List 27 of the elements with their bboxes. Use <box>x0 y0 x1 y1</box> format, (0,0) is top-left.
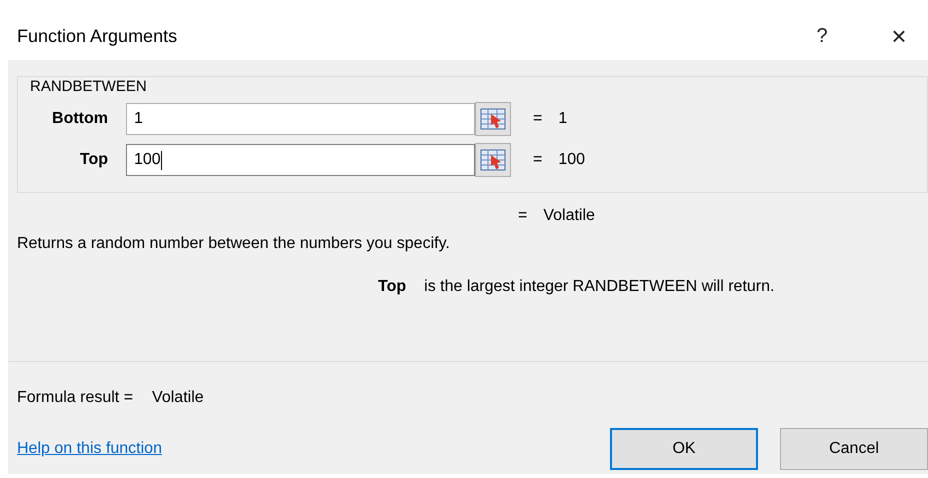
dialog-button[interactable]: Cancel <box>780 428 928 470</box>
help-button[interactable]: ? <box>807 24 837 48</box>
function-name: RANDBETWEEN <box>30 78 148 95</box>
grid-arrow-icon <box>480 149 506 171</box>
function-description: Returns a random number between the numbers you specify. <box>17 235 451 253</box>
grid-arrow-icon <box>480 108 506 130</box>
argument-name: Top <box>378 278 406 296</box>
equals-sign: = <box>533 151 542 169</box>
equals-sign: = <box>518 207 528 225</box>
window-title: Function Arguments <box>17 26 178 46</box>
formula-result-value: Volatile <box>152 389 204 407</box>
input-field[interactable]: 1 <box>126 103 475 135</box>
argument-label: Top <box>78 151 109 169</box>
argument-label: Bottom <box>51 110 109 128</box>
equals-sign: = <box>533 110 542 128</box>
range-select-button[interactable] <box>475 102 511 136</box>
argument-result: 100 <box>558 151 586 169</box>
input-field[interactable]: 100 <box>126 144 475 176</box>
help-link[interactable]: Help on this function <box>17 440 162 457</box>
function-result: Volatile <box>543 207 595 225</box>
dialog-button[interactable]: OK <box>610 428 758 470</box>
text-cursor <box>160 150 162 170</box>
argument-description: is the largest integer RANDBETWEEN will return. <box>424 278 774 296</box>
argument-result: 1 <box>558 110 568 128</box>
range-select-button[interactable] <box>475 143 511 177</box>
formula-result-label: Formula result = <box>17 389 134 407</box>
close-button[interactable]: × <box>884 20 914 52</box>
